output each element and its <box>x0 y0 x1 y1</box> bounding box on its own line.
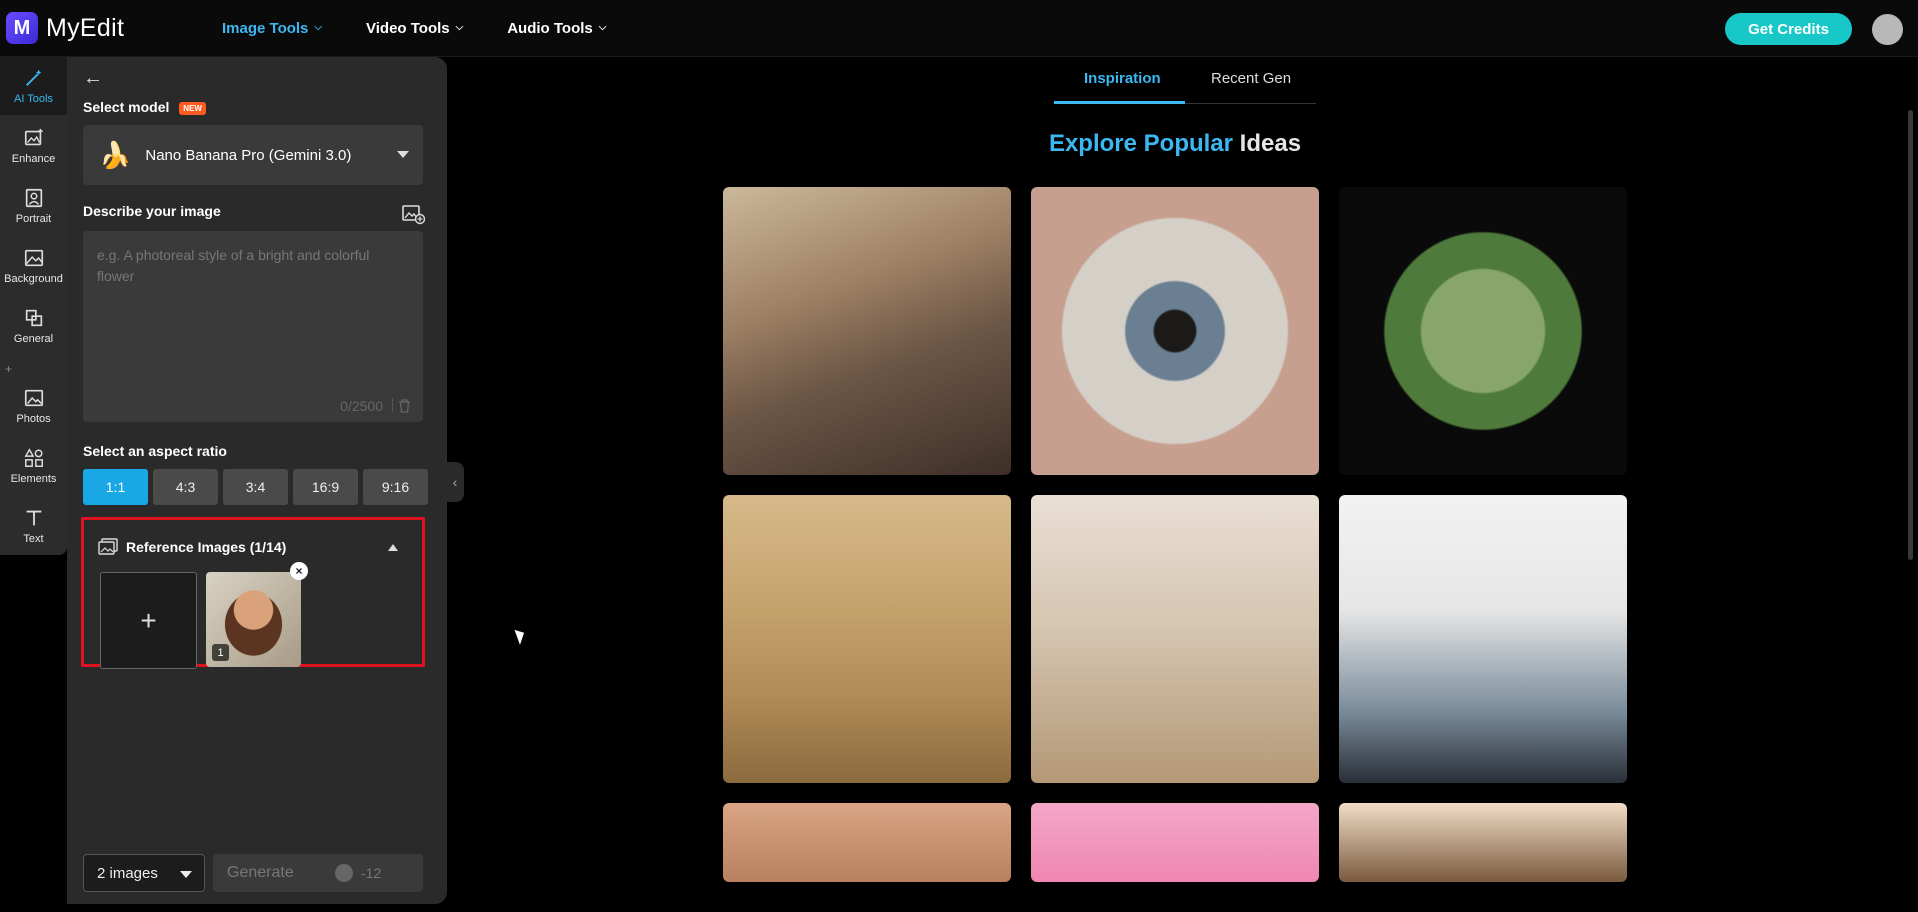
tab-recent-gen[interactable]: Recent Gen <box>1211 70 1291 87</box>
images-icon <box>98 538 118 555</box>
heading-highlight: Explore Popular <box>1048 130 1233 157</box>
inspiration-card-face[interactable] <box>723 803 1011 882</box>
rail-label: Portrait <box>15 213 52 225</box>
rail-item-text[interactable]: Text <box>0 497 67 555</box>
logo-mark-icon: M <box>6 12 38 44</box>
select-model-text: Select model <box>83 99 170 115</box>
chevron-left-icon: ‹ <box>452 474 458 490</box>
section-heading: Explore Popular Ideas <box>0 130 1918 158</box>
general-icon <box>25 309 42 327</box>
rail-divider: + <box>5 362 13 376</box>
rail-item-general[interactable]: General <box>0 297 67 355</box>
inspiration-grid <box>723 187 1628 882</box>
scrollbar[interactable] <box>1908 110 1913 560</box>
ratio-9-16[interactable]: 9:16 <box>363 469 428 505</box>
ai-tools-panel: ← Select model NEW 🍌 Nano Banana Pro (Ge… <box>67 57 447 904</box>
credit-coin-icon <box>335 864 353 882</box>
back-arrow-icon[interactable]: ← <box>83 67 103 90</box>
rail-label: Background <box>4 273 63 285</box>
rail-item-elements[interactable]: Elements <box>0 437 67 495</box>
user-avatar[interactable] <box>1872 14 1903 45</box>
trash-icon[interactable] <box>398 399 411 413</box>
nav-audio-tools[interactable]: Audio Tools ⌵ <box>507 20 606 37</box>
collapse-panel-handle[interactable]: ‹ <box>446 462 464 502</box>
plus-icon: + <box>140 604 157 636</box>
active-tab-indicator <box>1054 101 1185 104</box>
nav-image-tools[interactable]: Image Tools ⌵ <box>222 20 322 37</box>
aspect-label: Select an aspect ratio <box>83 443 227 459</box>
reference-label: Reference Images (1/14) <box>126 539 287 555</box>
inspiration-card-storybook[interactable] <box>1031 495 1319 783</box>
rail-label: Text <box>23 533 44 545</box>
aspect-ratio-group: 1:1 4:3 3:4 16:9 9:16 <box>83 469 428 505</box>
inspiration-card-fisheye-elephant[interactable] <box>1339 187 1627 475</box>
inspiration-card-eye[interactable] <box>1031 187 1319 475</box>
rail-item-portrait[interactable]: Portrait <box>0 177 67 235</box>
app-logo[interactable]: M MyEdit <box>6 12 124 44</box>
reference-thumbnail[interactable]: 1 <box>206 572 301 667</box>
collapse-up-icon[interactable] <box>388 544 398 551</box>
generate-cost-value: -12 <box>361 865 382 881</box>
remove-reference-icon[interactable]: × <box>290 562 308 580</box>
heading-rest: Ideas <box>1239 130 1302 157</box>
rail-item-photos[interactable]: Photos <box>0 377 67 435</box>
ratio-1-1[interactable]: 1:1 <box>83 469 148 505</box>
select-model-label: Select model NEW <box>83 99 206 115</box>
rail-label: Photos <box>16 413 51 425</box>
magic-wand-icon <box>25 69 41 86</box>
chevron-down-icon: ⌵ <box>314 22 322 33</box>
main-nav: Image Tools ⌵ Video Tools ⌵ Audio Tools … <box>222 20 606 37</box>
divider <box>392 398 393 412</box>
inspiration-card-egypt-timeline[interactable] <box>723 495 1011 783</box>
thumbnail-index: 1 <box>212 644 229 661</box>
generate-button[interactable]: Generate -12 <box>213 854 423 892</box>
photos-icon <box>24 389 43 407</box>
chevron-down-icon: ⌵ <box>598 22 607 33</box>
inspiration-card-living-room[interactable] <box>723 187 1011 475</box>
background-icon <box>24 249 43 267</box>
rail-item-ai-tools[interactable]: AI Tools <box>0 57 67 115</box>
rail-item-background[interactable]: Background <box>0 237 67 295</box>
generate-cost: -12 <box>335 864 381 882</box>
ratio-4-3[interactable]: 4:3 <box>153 469 218 505</box>
image-count-value: 2 images <box>97 864 158 882</box>
rail-label: Elements <box>10 473 57 485</box>
mouse-cursor-icon <box>514 627 528 645</box>
rail-label: AI Tools <box>14 93 53 105</box>
text-icon <box>26 510 41 526</box>
prompt-input[interactable] <box>97 245 409 385</box>
image-count-select[interactable]: 2 images <box>83 854 205 892</box>
ratio-16-9[interactable]: 16:9 <box>293 469 358 505</box>
app-name: MyEdit <box>46 13 125 42</box>
inspiration-card-comic[interactable] <box>1031 803 1319 882</box>
top-bar: M MyEdit Image Tools ⌵ Video Tools ⌵ Aud… <box>0 0 1918 57</box>
describe-label: Describe your image <box>83 203 221 219</box>
chevron-down-icon: ⌵ <box>455 22 464 33</box>
char-count: 0/2500 <box>340 398 383 414</box>
nav-label: Audio Tools <box>507 20 593 37</box>
portrait-icon <box>25 188 42 208</box>
reference-images-section: Reference Images (1/14) + 1 × <box>81 517 425 669</box>
nav-label: Image Tools <box>222 20 309 37</box>
caret-down-icon <box>180 871 192 878</box>
reference-header[interactable]: Reference Images (1/14) <box>98 538 286 556</box>
inspiration-card-team-photo[interactable] <box>1339 495 1627 783</box>
inspiration-card-sleeping[interactable] <box>1339 803 1627 882</box>
new-badge: NEW <box>179 101 206 115</box>
add-reference-button[interactable]: + <box>100 572 197 669</box>
tab-inspiration[interactable]: Inspiration <box>1084 70 1161 87</box>
content-tabs: Inspiration Recent Gen <box>1054 66 1316 104</box>
get-credits-button[interactable]: Get Credits <box>1725 13 1852 45</box>
nav-video-tools[interactable]: Video Tools ⌵ <box>366 20 463 37</box>
generate-label: Generate <box>227 864 294 881</box>
nav-label: Video Tools <box>366 20 450 37</box>
ratio-3-4[interactable]: 3:4 <box>223 469 288 505</box>
image-upload-icon[interactable] <box>401 203 425 225</box>
rail-label: General <box>13 333 54 345</box>
prompt-box: 0/2500 <box>83 231 423 422</box>
elements-icon <box>23 448 43 467</box>
